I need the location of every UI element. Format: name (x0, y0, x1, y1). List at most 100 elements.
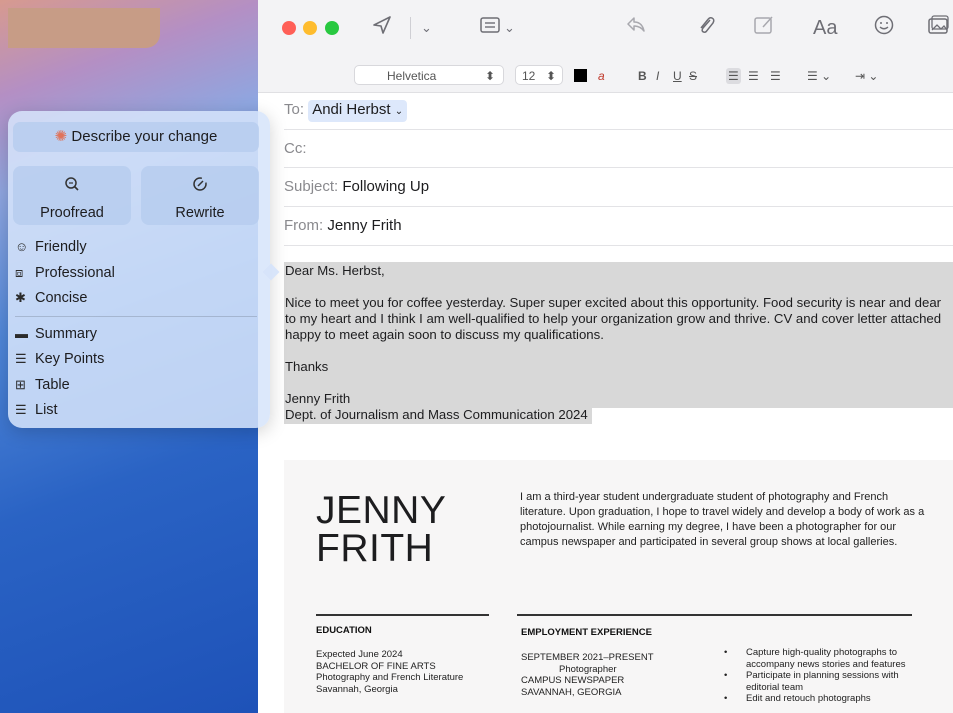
highlight-color-icon[interactable]: a (598, 68, 605, 84)
to-label: To: (284, 101, 305, 118)
employment-heading: EMPLOYMENT EXPERIENCE (521, 627, 652, 638)
font-family-select[interactable]: Helvetica ⬍ (354, 65, 504, 85)
format-bar: Helvetica ⬍ 12 ⬍ a B I U S ☰ ☰ ☰ ☰ ⌄ ⇥ ⌄ (258, 60, 953, 93)
bullet-item: • Edit and retouch photographs (724, 693, 924, 705)
bold-button[interactable]: B (638, 68, 647, 84)
cc-label: Cc: (284, 140, 307, 157)
stepper-icon: ⬍ (545, 69, 556, 83)
tone-professional-item[interactable]: ⧈ Professional (15, 263, 115, 283)
bullet-dot: • (724, 670, 728, 681)
key-points-item[interactable]: ☰ Key Points (15, 349, 104, 369)
header-fields-icon[interactable] (479, 14, 501, 44)
bullet-text: Capture high-quality photographs to acco… (746, 647, 906, 670)
bullet-dot: • (724, 693, 728, 704)
from-label: From: (284, 217, 324, 234)
briefcase-icon: ⧈ (15, 265, 24, 280)
signature-dept[interactable]: Dept. of Journalism and Mass Communicati… (285, 407, 588, 423)
from-field[interactable]: From: Jenny Frith (284, 216, 953, 246)
item-label: Friendly (35, 239, 87, 255)
tone-friendly-item[interactable]: ☺ Friendly (15, 237, 87, 257)
italic-button[interactable]: I (656, 68, 659, 84)
bullet-item: • Participate in planning sessions with e… (724, 670, 924, 693)
signature-name[interactable]: Jenny Frith (285, 391, 350, 407)
chevron-down-icon[interactable]: ⌄ (421, 14, 432, 42)
send-icon[interactable] (371, 14, 393, 44)
reply-icon[interactable] (625, 14, 647, 44)
resume-name: JENNY FRITH (316, 489, 447, 570)
subject-value: Following Up (342, 178, 430, 195)
font-family-value: Helvetica (387, 69, 437, 83)
list-item[interactable]: ☰ List (15, 400, 58, 420)
subject-field[interactable]: Subject: Following Up (284, 177, 953, 207)
education-line: Savannah, Georgia (316, 683, 398, 695)
cc-field[interactable]: Cc: (284, 139, 953, 168)
summary-icon: ▬ (15, 326, 28, 341)
body-line[interactable]: to my heart and I think I am well-qualif… (285, 311, 941, 327)
emoji-icon[interactable] (873, 14, 895, 44)
toolbar-divider (410, 17, 411, 39)
align-center-icon[interactable]: ☰ (748, 68, 759, 84)
compose-toolbar: ⌄ ⌄ Aa (258, 0, 953, 60)
recipient-token[interactable]: Andi Herbst ⌄ (308, 100, 408, 122)
to-field[interactable]: To: Andi Herbst ⌄ (284, 100, 953, 130)
thanks-text[interactable]: Thanks (285, 359, 328, 375)
chevron-down-icon[interactable]: ⌄ (504, 14, 515, 42)
employment-line: CAMPUS NEWSPAPER (521, 675, 625, 686)
align-left-icon[interactable]: ☰ (726, 68, 741, 84)
section-divider (517, 614, 912, 616)
proofread-button[interactable]: Proofread (13, 166, 131, 225)
markup-icon[interactable] (753, 14, 777, 44)
font-size-select[interactable]: 12 ⬍ (515, 65, 563, 85)
minimize-window-button[interactable] (303, 21, 317, 35)
employment-line: SEPTEMBER 2021–PRESENT (521, 652, 654, 663)
font-size-value: 12 (522, 69, 536, 83)
attachment-icon[interactable] (695, 14, 717, 44)
text-color-swatch[interactable] (574, 69, 587, 82)
table-item[interactable]: ⊞ Table (15, 375, 70, 395)
panel-divider (15, 316, 257, 317)
employment-details: SEPTEMBER 2021–PRESENT Photographer CAMP… (521, 652, 654, 698)
key-points-icon: ☰ (15, 351, 27, 366)
apple-intelligence-icon: ✺ (54, 128, 68, 145)
education-line: BACHELOR OF FINE ARTS (316, 660, 436, 672)
smile-icon: ☺ (15, 239, 29, 254)
list-icon: ☰ (15, 402, 27, 417)
concise-icon: ✱ (15, 290, 26, 305)
item-label: Key Points (35, 351, 105, 367)
chevron-down-icon: ⌄ (394, 106, 404, 117)
greeting-text[interactable]: Dear Ms. Herbst, (285, 263, 385, 279)
compose-window: ⌄ ⌄ Aa Helvetica ⬍ 12 ⬍ a B I U S ☰ ☰ ☰ … (258, 0, 953, 713)
resume-attachment-preview[interactable]: JENNY FRITH I am a third-year student un… (284, 460, 953, 713)
resume-bio: I am a third-year student undergraduate … (520, 491, 925, 548)
education-line: Photography and French Literature (316, 672, 464, 683)
stepper-icon: ⬍ (484, 69, 495, 83)
indent-icon[interactable]: ⇥ ⌄ (855, 68, 878, 84)
bullet-text: Edit and retouch photographs (746, 693, 871, 704)
item-label: List (35, 402, 58, 418)
list-style-icon[interactable]: ☰ ⌄ (807, 68, 831, 84)
zoom-window-button[interactable] (325, 21, 339, 35)
body-line[interactable]: happy to meet again soon to discuss my q… (285, 327, 604, 343)
employment-line: SAVANNAH, GEORGIA (521, 686, 622, 698)
section-divider (316, 614, 489, 616)
education-line: Expected June 2024 (316, 649, 403, 660)
close-window-button[interactable] (282, 21, 296, 35)
employment-bullets: • Capture high-quality photographs to acc… (724, 647, 924, 705)
summary-item[interactable]: ▬ Summary (15, 324, 97, 344)
tone-concise-item[interactable]: ✱ Concise (15, 288, 87, 308)
education-heading: EDUCATION (316, 625, 372, 636)
writing-tools-panel: ✺ Describe your change Proofread Rewrite… (8, 111, 280, 428)
strikethrough-button[interactable]: S (689, 68, 697, 84)
body-line[interactable]: Nice to meet you for coffee yesterday. S… (285, 295, 941, 311)
describe-change-button[interactable]: ✺ Describe your change (13, 122, 259, 152)
photo-browser-icon[interactable] (926, 14, 950, 44)
bullet-dot: • (724, 647, 728, 658)
resume-name-line: JENNY (316, 489, 447, 532)
rewrite-button[interactable]: Rewrite (141, 166, 259, 225)
font-panel-button[interactable]: Aa (813, 14, 837, 42)
underline-button[interactable]: U (673, 68, 682, 84)
describe-change-label: Describe your change (71, 128, 218, 145)
rewrite-label: Rewrite (175, 205, 225, 221)
resume-name-line: FRITH (316, 527, 434, 570)
align-right-icon[interactable]: ☰ (770, 68, 781, 84)
